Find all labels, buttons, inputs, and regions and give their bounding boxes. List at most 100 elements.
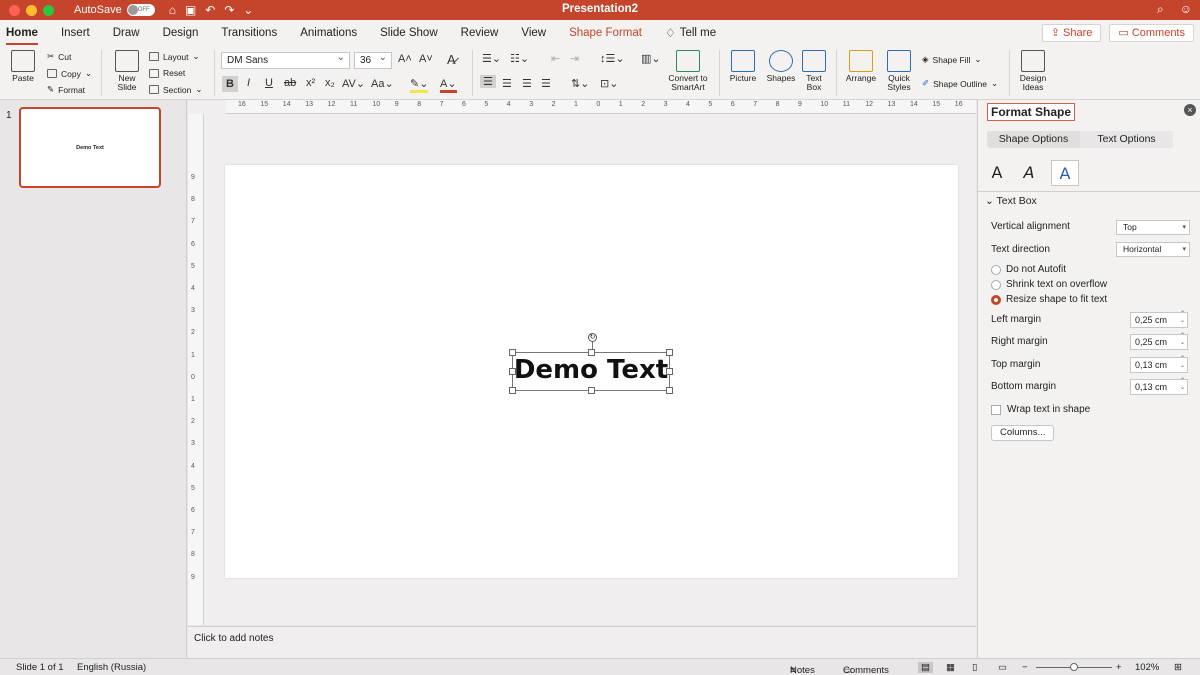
text-box-button[interactable]: Text Box [800,50,828,92]
shape-fill-button[interactable]: ◈ Shape Fill ⌄ [922,54,981,65]
slide[interactable]: ↻ Demo Text [225,165,958,578]
resize-handle[interactable] [666,349,673,356]
align-right-icon[interactable]: ☰ [522,77,532,90]
increase-indent-icon[interactable]: ⇥ [570,52,579,65]
align-text-icon[interactable]: ⊡⌄ [600,77,618,90]
quick-styles-button[interactable]: Quick Styles [883,50,915,92]
vertical-alignment-select[interactable]: Top [1116,220,1190,235]
columns-icon[interactable]: ▥⌄ [641,52,661,65]
comments-button[interactable]: ▭ Comments [1109,24,1194,42]
resize-handle[interactable] [509,349,516,356]
notes-placeholder[interactable]: Click to add notes [194,633,274,644]
selected-text-box[interactable]: ↻ Demo Text [509,333,673,394]
paste-button[interactable]: Paste [8,50,38,83]
bottom-margin-input[interactable]: 0,13 cm [1130,378,1188,395]
change-case-icon[interactable]: Aa⌄ [371,77,394,90]
text-direction-select[interactable]: Horizontal [1116,242,1190,257]
left-margin-input[interactable]: 0,25 cm [1130,311,1188,328]
home-icon[interactable]: ⌂ [169,3,176,17]
resize-handle[interactable] [666,387,673,394]
save-icon[interactable]: ▣ [185,3,196,17]
tab-design[interactable]: Design [163,20,199,46]
align-left-icon[interactable]: ☰ [480,75,496,88]
font-name-select[interactable]: DM Sans [221,50,350,69]
increase-font-size-icon[interactable]: A˄ [398,53,412,65]
clear-formatting-icon[interactable]: A̷ [447,52,456,67]
customize-toolbar-icon[interactable]: ⌄ [243,3,253,17]
tab-view[interactable]: View [521,20,546,46]
normal-view-icon[interactable]: ▤ [918,662,933,673]
tab-animations[interactable]: Animations [300,20,357,46]
resize-handle[interactable] [666,368,673,375]
new-slide-button[interactable]: New Slide [110,50,144,92]
right-margin-input[interactable]: 0,25 cm [1130,333,1188,350]
line-spacing-icon[interactable]: ↕☰⌄ [600,52,625,65]
text-direction-icon[interactable]: ⇅⌄ [571,77,589,90]
picture-button[interactable]: Picture [726,50,760,83]
tab-draw[interactable]: Draw [113,20,140,46]
autosave-toggle[interactable]: OFF [126,4,155,16]
layout-button[interactable]: Layout ⌄ [149,51,200,62]
superscript-button[interactable]: x² [306,77,315,89]
tab-transitions[interactable]: Transitions [221,20,277,46]
font-size-select[interactable]: 36 [354,50,392,69]
share-button[interactable]: ⇪ Share [1041,24,1102,42]
tab-shape-format[interactable]: Shape Format [569,20,642,46]
language-indicator[interactable]: English (Russia) [77,662,146,673]
slideshow-icon[interactable]: ▭ [998,662,1007,673]
zoom-in-icon[interactable]: + [1116,662,1122,673]
character-spacing-icon[interactable]: AV⌄ [342,77,365,90]
textbox-icon[interactable]: A [1051,160,1079,186]
justify-icon[interactable]: ☰ [541,77,551,90]
undo-icon[interactable]: ↶ [205,3,215,17]
tab-tell-me[interactable]: Tell me [680,20,716,46]
arrange-button[interactable]: Arrange [843,50,879,83]
resize-shape-radio[interactable]: Resize shape to fit text [991,294,1107,305]
top-margin-input[interactable]: 0,13 cm [1130,356,1188,373]
tab-shape-options[interactable]: Shape Options [987,131,1080,148]
shapes-button[interactable]: Shapes [764,50,798,83]
rotate-handle-icon[interactable]: ↻ [588,333,597,342]
decrease-indent-icon[interactable]: ⇤ [551,52,560,65]
bold-button[interactable]: B [222,76,238,92]
slide-text[interactable]: Demo Text [513,355,669,385]
convert-smartart-button[interactable]: Convert to SmartArt [664,50,712,92]
italic-button[interactable]: I [247,77,250,89]
copy-button[interactable]: Copy ⌄ [47,68,92,79]
zoom-slider-handle[interactable] [1070,663,1078,671]
tab-review[interactable]: Review [461,20,499,46]
resize-handle[interactable] [588,349,595,356]
tab-slide-show[interactable]: Slide Show [380,20,438,46]
cut-button[interactable]: ✂ Cut [47,51,71,62]
tab-insert[interactable]: Insert [61,20,90,46]
zoom-out-icon[interactable]: − [1022,662,1028,673]
section-button[interactable]: Section ⌄ [149,84,202,95]
columns-button[interactable]: Columns... [991,425,1055,441]
notes-pane[interactable]: Click to add notes [188,626,976,658]
reading-view-icon[interactable]: ▯ [972,662,977,673]
reset-button[interactable]: Reset [149,68,185,78]
resize-handle[interactable] [509,368,516,375]
search-icon[interactable]: ⌕ [1157,2,1164,17]
maximize-window-button[interactable] [43,4,54,16]
align-center-icon[interactable]: ☰ [502,77,512,90]
slide-thumbnail[interactable]: Demo Text [19,107,161,188]
highlight-icon[interactable]: ✎⌄ [410,77,429,93]
tab-text-options[interactable]: Text Options [1080,131,1173,148]
shape-outline-button[interactable]: ✐ Shape Outline ⌄ [922,78,998,89]
wrap-text-checkbox[interactable]: Wrap text in shape [991,404,1090,415]
do-not-autofit-radio[interactable]: Do not Autofit [991,264,1066,275]
font-color-icon[interactable]: A⌄ [440,77,457,93]
fit-to-window-icon[interactable]: ⊞ [1174,662,1182,673]
close-window-button[interactable] [9,4,20,16]
format-painter-button[interactable]: ✎ Format [47,84,85,95]
text-fill-icon[interactable]: A [987,160,1007,186]
zoom-level[interactable]: 102% [1135,662,1159,673]
numbering-icon[interactable]: ☷⌄ [510,52,529,65]
subscript-button[interactable]: x₂ [325,77,335,89]
decrease-font-size-icon[interactable]: A˅ [419,53,433,65]
close-icon[interactable]: × [1184,104,1196,116]
text-box-section-header[interactable]: ⌄ Text Box [985,195,1037,207]
tab-home[interactable]: Home [6,20,38,46]
text-effects-icon[interactable]: A [1019,160,1039,186]
